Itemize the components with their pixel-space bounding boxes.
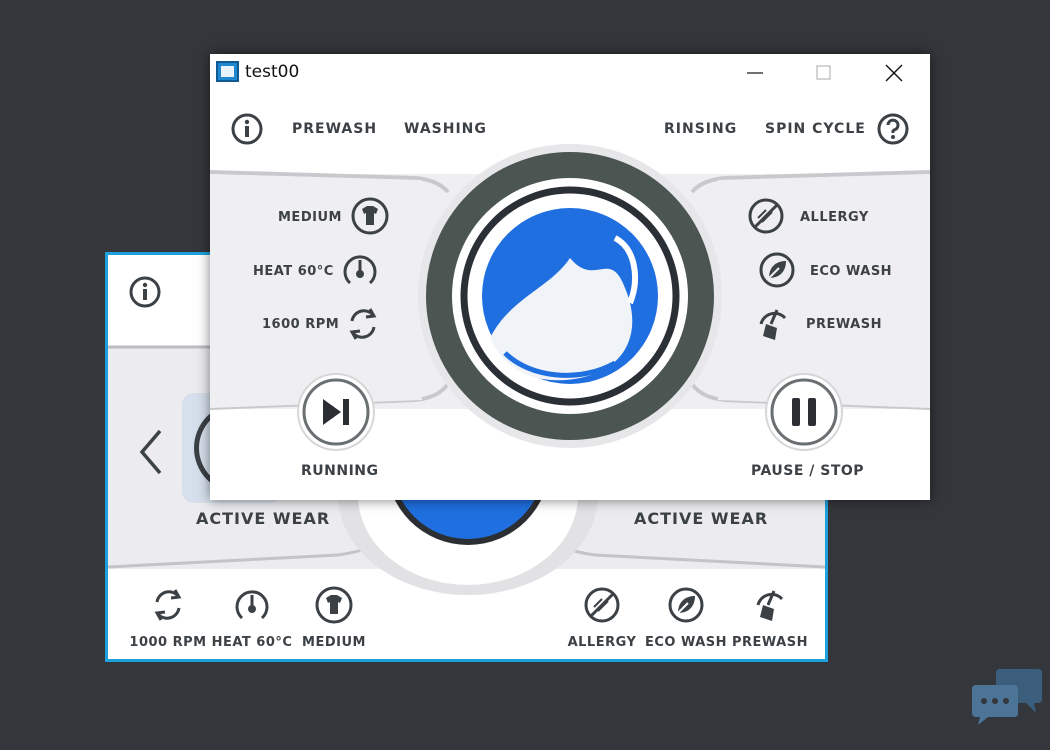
- thermometer-gauge-icon: [235, 590, 269, 620]
- allergy-icon: [584, 587, 620, 623]
- option-heat-button[interactable]: [340, 250, 380, 294]
- help-icon: [877, 113, 909, 145]
- maximize-button[interactable]: [803, 60, 843, 86]
- option-eco-label: ECO WASH: [810, 264, 893, 279]
- back-spin-button[interactable]: 1000 RPM: [128, 585, 208, 650]
- window-title: test00: [245, 62, 300, 82]
- chat-bubbles-icon: [972, 669, 1042, 725]
- option-spin-label: 1600 RPM: [262, 317, 340, 332]
- maximize-icon: [816, 65, 831, 80]
- pause-icon: [765, 373, 843, 451]
- option-allergy-button[interactable]: [746, 196, 786, 240]
- back-eco-button[interactable]: ECO WASH: [644, 585, 728, 650]
- chevron-left-icon: [139, 429, 162, 475]
- close-icon: [885, 64, 903, 82]
- step-spin-cycle[interactable]: SPIN CYCLE: [765, 121, 866, 137]
- step-prewash[interactable]: PREWASH: [292, 121, 377, 137]
- brush-icon: [759, 309, 787, 340]
- run-label: RUNNING: [301, 463, 379, 479]
- option-allergy-label: ALLERGY: [800, 210, 869, 225]
- allergy-icon: [748, 198, 784, 234]
- back-medium-button[interactable]: MEDIUM: [294, 585, 374, 650]
- app-icon: [216, 61, 239, 82]
- back-program-label-right: ACTIVE WEAR: [634, 509, 769, 528]
- option-eco-button[interactable]: [757, 250, 797, 294]
- back-spin-label: 1000 RPM: [129, 635, 207, 650]
- back-program-label-left: ACTIVE WEAR: [196, 509, 331, 528]
- leaf-icon: [759, 252, 795, 288]
- back-prev-button[interactable]: [136, 427, 166, 481]
- option-prewash-button[interactable]: [753, 304, 793, 348]
- option-medium-label: MEDIUM: [278, 210, 342, 225]
- brush-icon: [756, 590, 784, 621]
- spin-icon: [349, 308, 377, 340]
- back-heat-button[interactable]: HEAT 60°C: [212, 585, 292, 650]
- step-rinsing[interactable]: RINSING: [664, 121, 737, 137]
- step-washing[interactable]: WASHING: [404, 121, 487, 137]
- back-medium-label: MEDIUM: [302, 635, 366, 650]
- info-button[interactable]: [230, 112, 264, 150]
- back-allergy-label: ALLERGY: [567, 635, 637, 650]
- title-bar[interactable]: test00: [210, 54, 930, 92]
- back-prewash-button[interactable]: PREWASH: [730, 585, 810, 650]
- info-icon: [231, 113, 263, 145]
- back-allergy-button[interactable]: ALLERGY: [562, 585, 642, 650]
- run-button[interactable]: [296, 372, 376, 456]
- back-heat-label: HEAT 60°C: [211, 635, 293, 650]
- spin-icon: [154, 589, 182, 621]
- option-medium-button[interactable]: [350, 196, 390, 240]
- minimize-button[interactable]: [735, 60, 775, 86]
- option-prewash-label: PREWASH: [806, 317, 882, 332]
- shirt-icon: [351, 197, 389, 235]
- back-prewash-label: PREWASH: [732, 635, 808, 650]
- shirt-icon: [315, 586, 353, 624]
- skip-forward-icon: [297, 373, 375, 451]
- foreground-window[interactable]: test00 PREWASH WASHING RINSING SPIN CYCL…: [210, 54, 930, 500]
- drum-display: [418, 144, 722, 448]
- thermometer-gauge-icon: [343, 255, 377, 285]
- close-button[interactable]: [874, 60, 914, 86]
- pause-stop-button[interactable]: [764, 372, 844, 456]
- info-icon: [129, 276, 161, 308]
- help-button[interactable]: [876, 112, 910, 150]
- leaf-icon: [668, 587, 704, 623]
- back-info-button[interactable]: [128, 275, 162, 313]
- option-spin-button[interactable]: [343, 304, 383, 348]
- option-heat-label: HEAT 60°C: [253, 264, 334, 279]
- minimize-icon: [747, 72, 763, 74]
- back-eco-label: ECO WASH: [644, 635, 728, 650]
- pause-stop-label: PAUSE / STOP: [751, 463, 865, 479]
